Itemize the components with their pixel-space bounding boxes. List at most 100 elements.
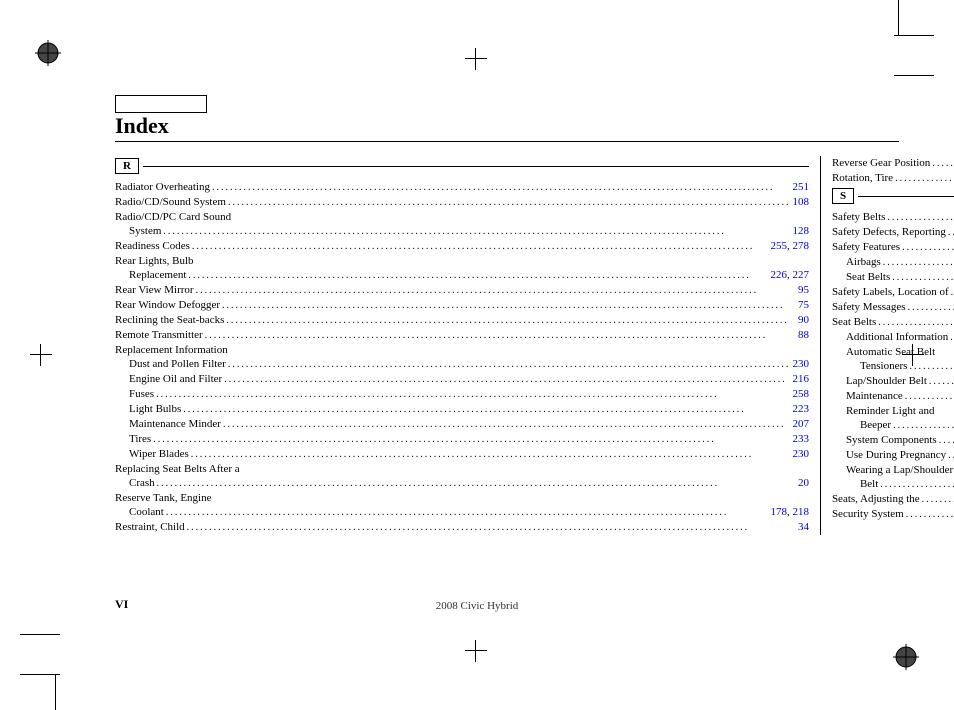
page-link[interactable]: 95: [798, 284, 809, 296]
leader-dots: [190, 240, 771, 254]
leader-dots: [222, 373, 792, 387]
index-entry-label: Radio/CD/Sound System: [115, 195, 226, 209]
page-content: Index RRadiator Overheating251Radio/CD/S…: [115, 115, 899, 610]
page-link[interactable]: 207: [792, 418, 809, 430]
index-entry-pages: 88: [798, 328, 809, 342]
registration-mark-icon: [35, 40, 61, 66]
index-entry: Safety Features7: [832, 240, 954, 255]
leader-dots: [876, 316, 954, 330]
index-entry: System 128: [115, 224, 809, 239]
page-link[interactable]: 20: [798, 477, 809, 489]
crosshair-icon: [30, 344, 52, 366]
section-letter-row: S: [832, 188, 954, 204]
page-link[interactable]: 128: [792, 225, 809, 237]
index-entry: Replacing Seat Belts After a: [115, 462, 809, 476]
leader-dots: [946, 449, 954, 463]
index-entry: Replacement Information: [115, 343, 809, 357]
index-entry-pages: 90: [798, 313, 809, 327]
page-link[interactable]: 75: [798, 299, 809, 311]
index-entry-label: Tensioners: [860, 359, 908, 373]
page-link[interactable]: 88: [798, 329, 809, 341]
page-link[interactable]: 233: [792, 433, 809, 445]
index-column: RRadiator Overheating251Radio/CD/Sound S…: [115, 156, 820, 535]
index-entry-pages: 255, 278: [770, 239, 809, 253]
index-entry-label: Remote Transmitter: [115, 328, 203, 342]
page-link[interactable]: 251: [792, 181, 809, 193]
title-rule: [115, 141, 899, 142]
index-entry-pages: 95: [798, 283, 809, 297]
index-columns: RRadiator Overheating251Radio/CD/Sound S…: [115, 156, 899, 535]
leader-dots: [220, 299, 798, 313]
leader-dots: [203, 329, 798, 343]
index-entry-pages: 178, 218: [770, 505, 809, 519]
page-link[interactable]: 223: [792, 403, 809, 415]
index-entry-label: Seats, Adjusting the: [832, 492, 920, 506]
section-letter-row: R: [115, 158, 809, 174]
crop-mark: [55, 675, 56, 710]
page-link[interactable]: 230: [792, 448, 809, 460]
leader-dots: [221, 418, 793, 432]
index-column: Reverse Gear Position194Rotation, Tire23…: [820, 156, 954, 535]
page-link[interactable]: 216: [792, 373, 809, 385]
index-entry-label: Replacement Information: [115, 344, 228, 356]
leader-dots: [906, 301, 954, 315]
index-entry-label: Wearing a Lap/Shoulder: [846, 464, 953, 476]
index-entry-label: Coolant: [129, 505, 164, 519]
index-entry-pages: 34: [798, 520, 809, 534]
index-entry: Airbags9: [832, 255, 954, 270]
index-entry-label: Dust and Pollen Filter: [129, 357, 226, 371]
index-entry: Seat Belts8: [832, 270, 954, 285]
page-link[interactable]: 34: [798, 521, 809, 533]
index-entry-label: Tires: [129, 432, 151, 446]
leader-dots: [890, 271, 954, 285]
page-link[interactable]: 178: [770, 506, 787, 518]
page-link[interactable]: 258: [792, 388, 809, 400]
index-entry-label: Automatic Seat Belt: [846, 346, 935, 358]
page-link[interactable]: 230: [792, 358, 809, 370]
index-entry: Engine Oil and Filter216: [115, 372, 809, 387]
page-link[interactable]: 227: [792, 269, 809, 281]
index-entry: System Components18: [832, 433, 954, 448]
index-entry-label: Safety Belts: [832, 210, 885, 224]
index-entry: Seat Belts8, 18: [832, 315, 954, 330]
index-entry-label: Use During Pregnancy: [846, 448, 946, 462]
index-entry: Reminder Light and: [832, 404, 954, 418]
crop-mark: [894, 35, 934, 36]
page-title: Index: [115, 115, 899, 137]
registration-mark-icon: [893, 644, 919, 670]
index-entry: Reclining the Seat-backs90: [115, 313, 809, 328]
index-entry: Restraint, Child34: [115, 520, 809, 535]
index-entry-label: Replacing Seat Belts After a: [115, 463, 240, 475]
leader-dots: [226, 358, 793, 372]
index-entry: Rear Window Defogger75: [115, 298, 809, 313]
leader-dots: [210, 181, 792, 195]
leader-dots: [930, 157, 954, 171]
index-entry: Security System169: [832, 507, 954, 522]
index-entry-pages: 233: [792, 432, 809, 446]
page-link[interactable]: 218: [792, 506, 809, 518]
index-entry-label: Seat Belts: [832, 315, 876, 329]
index-entry-label: System: [129, 224, 161, 238]
leader-dots: [185, 521, 798, 535]
page-link[interactable]: 226: [770, 269, 787, 281]
page-link[interactable]: 90: [798, 314, 809, 326]
leader-dots: [893, 172, 954, 186]
index-entry: Crash20: [115, 476, 809, 491]
index-entry: Coolant 178, 218: [115, 505, 809, 520]
index-entry-label: Lap/Shoulder Belt: [846, 374, 927, 388]
leader-dots: [878, 478, 954, 492]
page-link[interactable]: 255: [770, 240, 787, 252]
page-link[interactable]: 108: [792, 196, 809, 208]
index-entry-label: Safety Defects, Reporting: [832, 225, 946, 239]
index-entry-label: Beeper: [860, 418, 891, 432]
index-entry-pages: 75: [798, 298, 809, 312]
index-entry-label: Light Bulbs: [129, 402, 181, 416]
leader-dots: [161, 225, 792, 239]
leader-dots: [904, 508, 954, 522]
leader-dots: [194, 284, 798, 298]
page-link[interactable]: 278: [792, 240, 809, 252]
index-entry: Beeper18, 58: [832, 418, 954, 433]
index-entry-label: Reverse Gear Position: [832, 156, 930, 170]
index-entry-label: Belt: [860, 477, 878, 491]
index-entry-label: Rear Lights, Bulb: [115, 255, 194, 267]
